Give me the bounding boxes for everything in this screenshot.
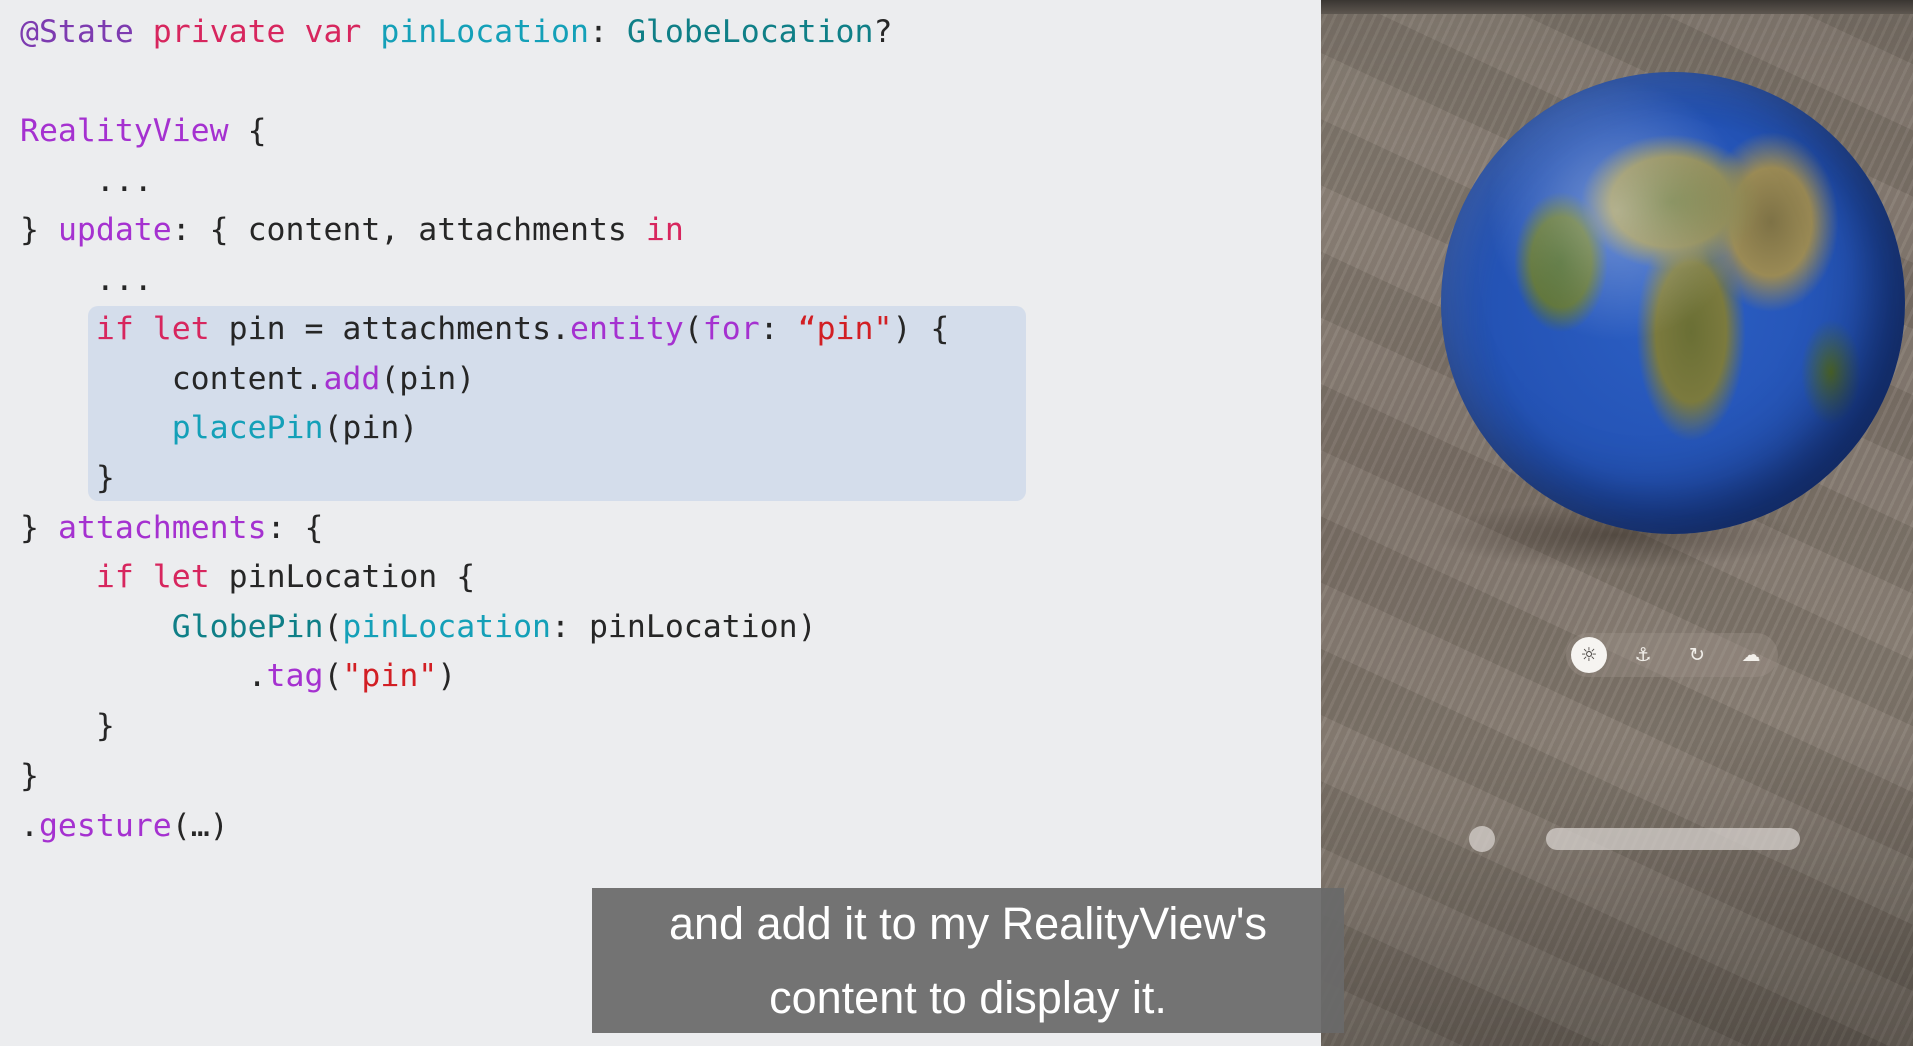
code-token: (pin) xyxy=(380,361,476,397)
code-line-13: .tag("pin") xyxy=(20,656,457,696)
code-token: . xyxy=(20,658,267,694)
code-token: : pinLocation) xyxy=(551,609,817,645)
code-token: } xyxy=(20,460,115,496)
code-token: : xyxy=(759,311,798,347)
code-token: RealityView xyxy=(20,113,229,149)
code-token: . xyxy=(20,808,39,844)
code-token: : { content, attachments xyxy=(171,212,646,248)
code-token: add xyxy=(323,361,381,397)
code-token: pinLocation { xyxy=(209,559,476,595)
code-token: : xyxy=(589,14,627,50)
code-token: (pin) xyxy=(323,410,419,446)
code-token: if xyxy=(95,559,134,595)
code-token: placePin xyxy=(171,410,324,446)
code-token: } xyxy=(20,510,58,546)
globe[interactable] xyxy=(1441,72,1905,534)
code-line-16: .gesture(…) xyxy=(20,806,229,846)
pin-icon[interactable]: ⚓ xyxy=(1625,637,1661,673)
code-token: gesture xyxy=(38,808,172,844)
code-token: ... xyxy=(20,262,153,298)
code-token: (…) xyxy=(171,808,229,844)
code-token: entity xyxy=(570,311,684,347)
code-line-15: } xyxy=(20,756,39,796)
subtitle-caption: and add it to my RealityView's content t… xyxy=(592,888,1344,1033)
code-token: private xyxy=(152,14,286,50)
window-grab-bar[interactable] xyxy=(1546,828,1800,850)
code-token: : { xyxy=(266,510,324,546)
code-token: let xyxy=(152,311,210,347)
code-token: @State xyxy=(20,14,134,50)
code-token: ( xyxy=(683,311,703,347)
code-token: ( xyxy=(323,609,343,645)
code-token: var xyxy=(304,14,362,50)
code-token: if xyxy=(95,311,134,347)
code-token: update xyxy=(57,212,172,248)
code-token: ) xyxy=(437,658,457,694)
code-line-12: GlobePin(pinLocation: pinLocation) xyxy=(20,607,817,647)
code-token: attachments xyxy=(57,510,267,546)
code-token: } xyxy=(20,708,115,744)
scene-top-edge xyxy=(1321,0,1913,14)
cloud-sun-icon[interactable]: ☁ xyxy=(1733,637,1769,673)
code-token: GlobeLocation xyxy=(626,14,874,50)
code-line-4: } update: { content, attachments in xyxy=(20,210,684,250)
code-line-8: placePin(pin) xyxy=(20,408,419,448)
rotate-icon[interactable]: ↻ xyxy=(1679,637,1715,673)
code-token: pinLocation xyxy=(342,609,552,645)
code-token: for xyxy=(702,311,760,347)
code-token: ) { xyxy=(892,311,950,347)
code-line-3: ... xyxy=(20,161,153,201)
code-line-1: @State private var pinLocation: GlobeLoc… xyxy=(20,12,892,52)
code-token: ... xyxy=(20,163,153,199)
sun-icon[interactable]: ☼ xyxy=(1571,637,1607,673)
caption-line-2: content to display it. xyxy=(769,971,1167,1023)
code-line-6: if let pin = attachments.entity(for: “pi… xyxy=(20,309,949,349)
code-line-7: content.add(pin) xyxy=(20,359,475,399)
code-line-2: RealityView { xyxy=(20,111,267,151)
caption-line-1: and add it to my RealityView's xyxy=(668,897,1268,949)
code-line-14: } xyxy=(20,706,115,746)
code-line-11: if let pinLocation { xyxy=(20,557,475,597)
code-token: } xyxy=(20,758,39,794)
code-token: pin = attachments. xyxy=(209,311,570,347)
code-token: } xyxy=(20,212,58,248)
code-token: content. xyxy=(20,361,324,397)
window-close-dot[interactable] xyxy=(1469,826,1495,852)
code-token: let xyxy=(152,559,210,595)
code-token: { xyxy=(228,113,267,149)
code-token: ? xyxy=(873,14,893,50)
code-token: "pin" xyxy=(342,658,438,694)
code-token: “pin" xyxy=(797,311,893,347)
code-token: pinLocation xyxy=(380,14,589,50)
code-line-5: ... xyxy=(20,260,153,300)
code-line-9: } xyxy=(20,458,115,498)
globe-ornament-toolbar: ☼ ⚓ ↻ ☁ xyxy=(1566,633,1778,677)
code-token: tag xyxy=(266,658,324,694)
code-token: in xyxy=(645,212,684,248)
code-token: ( xyxy=(323,658,343,694)
visionos-scene: ☼ ⚓ ↻ ☁ xyxy=(1321,0,1913,1046)
code-line-10: } attachments: { xyxy=(20,508,323,548)
code-token: GlobePin xyxy=(171,609,324,645)
